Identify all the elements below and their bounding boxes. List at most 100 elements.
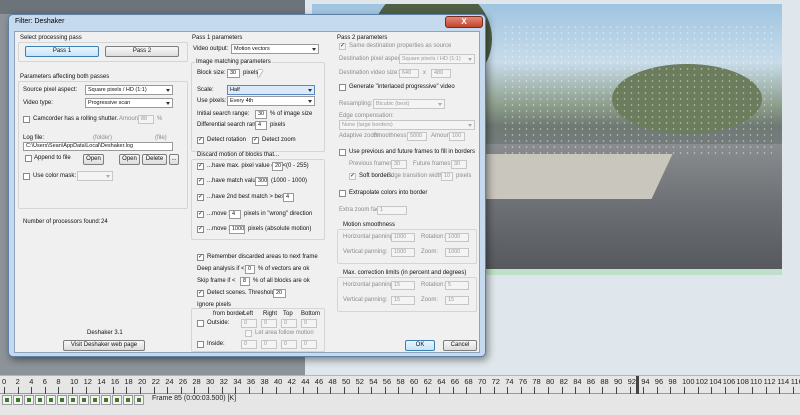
future-frames-field[interactable]: 30 bbox=[451, 160, 467, 169]
rolling-shutter-checkbox[interactable] bbox=[23, 116, 30, 123]
source-pixel-aspect-select[interactable]: Square pixels / HD (1:1) bbox=[85, 85, 173, 95]
inside-left-field[interactable]: 0 bbox=[241, 340, 257, 349]
rotation-field[interactable]: 1000 bbox=[445, 233, 469, 242]
outside-bottom-field[interactable]: 0 bbox=[301, 319, 317, 328]
deep-field[interactable]: 0 bbox=[245, 265, 255, 274]
detect-rotation-checkbox[interactable]: ✓ bbox=[197, 137, 204, 144]
scene-forward-icon[interactable] bbox=[112, 395, 122, 405]
prev-key-icon[interactable] bbox=[79, 395, 89, 405]
move-abs-checkbox[interactable]: ✓ bbox=[197, 226, 204, 233]
scene-back-icon[interactable] bbox=[101, 395, 111, 405]
detect-scenes-field[interactable]: 20 bbox=[273, 289, 286, 298]
stop-icon[interactable] bbox=[2, 395, 12, 405]
inside-right-field[interactable]: 0 bbox=[261, 340, 277, 349]
more-button[interactable]: ... bbox=[169, 154, 179, 165]
h-pan-field[interactable]: 1000 bbox=[391, 233, 415, 242]
move-wrong-field[interactable]: 4 bbox=[229, 210, 241, 219]
timeline-tick-label: 32 bbox=[219, 377, 228, 386]
play-input-icon[interactable] bbox=[13, 395, 23, 405]
detect-zoom-checkbox[interactable]: ✓ bbox=[252, 137, 259, 144]
rotation2-field[interactable]: 5 bbox=[445, 281, 469, 290]
move-abs-field[interactable]: 1000 bbox=[229, 225, 245, 234]
play-output-icon[interactable] bbox=[24, 395, 34, 405]
max-pixel-field[interactable]: 20 bbox=[272, 162, 283, 171]
open-folder-button[interactable]: Open bbox=[83, 154, 104, 165]
next-key-icon[interactable] bbox=[90, 395, 100, 405]
outside-top-field[interactable]: 0 bbox=[281, 319, 297, 328]
chevron-down-icon bbox=[312, 48, 316, 51]
let-area-checkbox[interactable] bbox=[245, 330, 252, 337]
initial-search-field[interactable]: 30 bbox=[255, 110, 267, 119]
end-icon[interactable] bbox=[68, 395, 78, 405]
max-pixel-checkbox[interactable]: ✓ bbox=[197, 163, 204, 170]
append-checkbox[interactable] bbox=[25, 155, 32, 162]
pass1-button[interactable]: Pass 1 bbox=[25, 46, 99, 57]
timeline-tick bbox=[208, 387, 209, 394]
inside-bottom-field[interactable]: 0 bbox=[301, 340, 317, 349]
v-pan-field[interactable]: 1000 bbox=[391, 248, 415, 257]
start-icon[interactable] bbox=[35, 395, 45, 405]
zoom2-field[interactable]: 15 bbox=[445, 296, 469, 305]
v-pan2-field[interactable]: 15 bbox=[391, 296, 415, 305]
block-size-field[interactable]: 30 bbox=[227, 69, 240, 78]
prev-future-checkbox[interactable] bbox=[339, 149, 346, 156]
delete-button[interactable]: Delete bbox=[142, 154, 167, 165]
dest-height-field[interactable]: 480 bbox=[431, 69, 451, 78]
second-best-field[interactable]: 4 bbox=[283, 193, 294, 202]
move-wrong-checkbox[interactable]: ✓ bbox=[197, 211, 204, 218]
outside-left-field[interactable]: 0 bbox=[241, 319, 257, 328]
pass2-button[interactable]: Pass 2 bbox=[105, 46, 179, 57]
match-value-checkbox[interactable]: ✓ bbox=[197, 178, 204, 185]
soft-borders-checkbox[interactable]: ✓ bbox=[349, 173, 356, 180]
timeline[interactable]: 0 2 4 6 8 10 12 14 16 18 20 22 24 26 28 30 32 34 36 38 40 42 4… bbox=[0, 375, 800, 415]
smoothness-field[interactable]: 5000 bbox=[407, 132, 427, 141]
outside-checkbox[interactable] bbox=[197, 320, 204, 327]
outside-right-field[interactable]: 0 bbox=[261, 319, 277, 328]
extra-zoom-field[interactable]: 1 bbox=[377, 206, 407, 215]
extrapolate-checkbox[interactable] bbox=[339, 190, 346, 197]
back-icon[interactable] bbox=[46, 395, 56, 405]
forward-icon[interactable] bbox=[57, 395, 67, 405]
zoom-field[interactable]: 1000 bbox=[445, 248, 469, 257]
dest-pixel-select[interactable]: Square pixels / HD (1:1) bbox=[399, 54, 475, 64]
adaptive-amount-field[interactable]: 100 bbox=[449, 132, 465, 141]
dest-width-field[interactable]: 640 bbox=[399, 69, 419, 78]
inside-checkbox[interactable] bbox=[197, 341, 204, 348]
open-file-button[interactable]: Open bbox=[119, 154, 140, 165]
title-bar[interactable]: Filter: Deshaker X bbox=[9, 15, 485, 29]
timeline-ruler[interactable]: 0 2 4 6 8 10 12 14 16 18 20 22 24 26 28 30 32 34 36 38 40 42 4… bbox=[0, 376, 800, 394]
timeline-tick bbox=[126, 387, 128, 394]
resampling-select[interactable]: Bicubic (best) bbox=[373, 99, 445, 109]
playhead[interactable] bbox=[636, 376, 639, 394]
color-mask-checkbox[interactable] bbox=[23, 173, 30, 180]
h-pan2-field[interactable]: 15 bbox=[391, 281, 415, 290]
cancel-button[interactable]: Cancel bbox=[443, 340, 477, 351]
mark-out-icon[interactable] bbox=[134, 395, 144, 405]
inside-top-field[interactable]: 0 bbox=[281, 340, 297, 349]
diff-search-field[interactable]: 4 bbox=[255, 121, 267, 130]
video-type-select[interactable]: Progressive scan bbox=[85, 98, 173, 108]
ok-button[interactable]: OK bbox=[405, 340, 435, 351]
web-page-button[interactable]: Visit Deshaker web page bbox=[63, 340, 145, 351]
match-value-field[interactable]: 300 bbox=[255, 177, 268, 186]
remember-checkbox[interactable]: ✓ bbox=[197, 254, 204, 261]
scale-select[interactable]: Half bbox=[227, 85, 315, 95]
skip-field[interactable]: 8 bbox=[240, 277, 250, 286]
detect-scenes-checkbox[interactable]: ✓ bbox=[197, 290, 204, 297]
timeline-tick-label: 104 bbox=[709, 377, 722, 386]
prev-frames-field[interactable]: 30 bbox=[391, 160, 407, 169]
close-button[interactable]: X bbox=[445, 16, 483, 28]
edge-comp-select[interactable]: None (large borders) bbox=[339, 120, 475, 130]
amount-field[interactable]: 88 bbox=[138, 115, 154, 124]
timeline-tick-label: 58 bbox=[396, 377, 405, 386]
second-best-checkbox[interactable]: ✓ bbox=[197, 194, 204, 201]
log-file-input[interactable]: C:\Users\Sean\AppData\Local\Deshaker.log bbox=[23, 142, 173, 151]
same-dest-checkbox[interactable]: ✓ bbox=[339, 43, 346, 50]
transition-field[interactable]: 10 bbox=[441, 172, 453, 181]
timeline-tick-label: 64 bbox=[437, 377, 446, 386]
mark-in-icon[interactable] bbox=[123, 395, 133, 405]
interlaced-checkbox[interactable] bbox=[339, 84, 346, 91]
color-mask-select[interactable] bbox=[77, 171, 113, 181]
video-output-select[interactable]: Motion vectors bbox=[231, 44, 319, 54]
use-pixels-select[interactable]: Every 4th bbox=[227, 96, 315, 106]
